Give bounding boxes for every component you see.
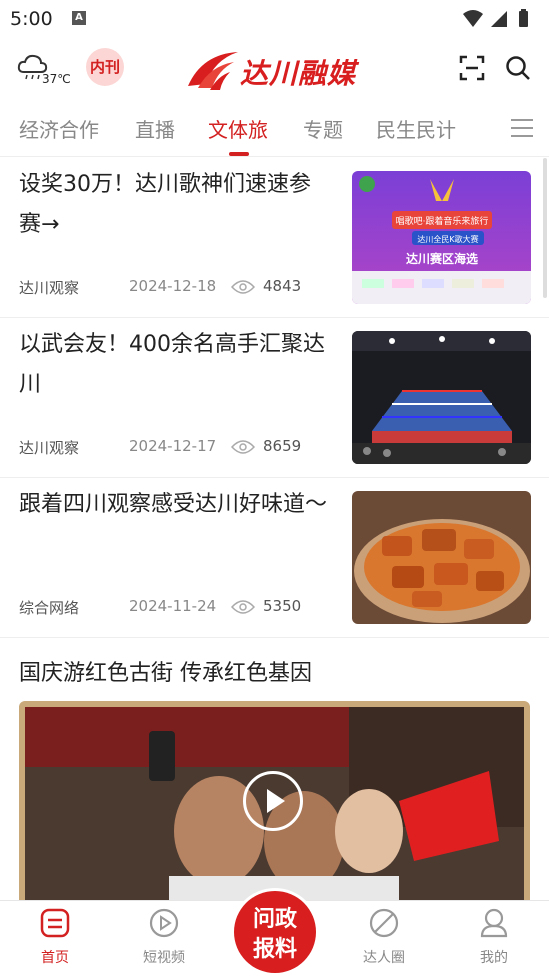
user-icon	[480, 908, 508, 938]
eye-icon	[231, 600, 255, 614]
article-thumbnail[interactable]: 唱歌吧·跟着音乐来旅行 达川全民K歌大赛 达川赛区海选	[352, 171, 531, 304]
search-button[interactable]	[504, 54, 532, 82]
article-date: 2024-11-24	[129, 597, 217, 615]
app-logo: 达川融媒	[184, 48, 370, 92]
neikan-button[interactable]: 内刊	[86, 48, 124, 86]
app-header: 37℃ 内刊 达川融媒	[0, 38, 549, 100]
article-title[interactable]: 跟着四川观察感受达川好味道～	[19, 485, 329, 525]
article-views: 5350	[263, 597, 302, 615]
scan-icon	[459, 55, 485, 81]
food-dish-image	[352, 491, 531, 624]
eye-icon	[231, 440, 255, 454]
article-card[interactable]: 设奖30万！达川歌神们速速参赛→ 达川观察 2024-12-18 4843 唱歌…	[0, 157, 549, 318]
nav-home-label: 首页	[41, 950, 69, 966]
scan-button[interactable]	[458, 54, 486, 82]
search-icon	[506, 56, 530, 80]
article-thumbnail[interactable]	[352, 491, 531, 624]
article-date: 2024-12-17	[129, 437, 217, 455]
status-bar: 5:00 A	[0, 0, 549, 38]
video-title[interactable]: 国庆游红色古街 传承红色基因	[19, 655, 312, 687]
video-player[interactable]	[19, 701, 530, 911]
article-thumbnail[interactable]	[352, 331, 531, 464]
eye-icon	[231, 280, 255, 294]
nav-mine-label: 我的	[480, 950, 508, 966]
nav-daren-label: 达人圈	[363, 950, 405, 966]
article-title[interactable]: 设奖30万！达川歌神们速速参赛→	[19, 165, 329, 245]
article-title[interactable]: 以武会友！400余名高手汇聚达川	[19, 325, 329, 405]
article-card[interactable]: 跟着四川观察感受达川好味道～ 综合网络 2024-11-24 5350	[0, 477, 549, 638]
wenzheng-line-2: 报料	[252, 936, 297, 962]
circle-slash-icon	[369, 908, 399, 938]
tab-culture-tourism[interactable]: 文体旅	[208, 114, 268, 143]
poster-line-3: 达川赛区海选	[406, 251, 478, 266]
wenzheng-baoliao-button[interactable]: 问政 报料	[234, 891, 316, 973]
logo-text: 达川融媒	[240, 57, 357, 90]
system-icons	[461, 8, 539, 34]
boxing-ring-image	[352, 331, 531, 464]
feed-scrollbar[interactable]	[543, 158, 547, 298]
notification-a-icon: A	[72, 11, 86, 25]
tab-livelihood[interactable]: 民生民计	[376, 114, 456, 143]
article-date: 2024-12-18	[129, 277, 217, 295]
bottom-navigation: 首页 短视频 问政 报料 达人圈 我的	[0, 891, 549, 977]
article-card[interactable]: 以武会友！400余名高手汇聚达川 达川观察 2024-12-17 8659	[0, 317, 549, 478]
article-source: 综合网络	[19, 599, 80, 617]
article-source: 达川观察	[19, 279, 80, 297]
status-time: 5:00	[10, 8, 53, 30]
nav-short-video-label: 短视频	[143, 950, 185, 966]
active-tab-indicator	[229, 152, 249, 156]
nav-mine[interactable]: 我的	[464, 907, 524, 967]
menu-icon	[511, 119, 533, 137]
article-source: 达川观察	[19, 439, 80, 457]
play-circle-icon	[149, 908, 179, 938]
article-views: 4843	[263, 277, 302, 295]
logo-swoosh-icon	[188, 52, 238, 90]
wenzheng-line-1: 问政	[252, 906, 297, 932]
play-icon	[267, 789, 285, 813]
tab-live[interactable]: 直播	[135, 114, 175, 143]
weather-widget[interactable]: 37℃	[16, 52, 76, 88]
karaoke-poster-image: 唱歌吧·跟着音乐来旅行 达川全民K歌大赛 达川赛区海选	[352, 171, 531, 304]
home-icon	[40, 908, 70, 938]
play-button[interactable]	[243, 771, 303, 831]
article-views: 8659	[263, 437, 302, 455]
wifi-signal-battery-icon	[463, 9, 528, 27]
category-tabs: 经济合作 直播 文体旅 专题 民生民计	[0, 100, 549, 157]
nav-daren-circle[interactable]: 达人圈	[354, 907, 414, 967]
temperature: 37℃	[42, 72, 71, 86]
tab-economy[interactable]: 经济合作	[19, 114, 99, 143]
more-tabs-button[interactable]	[508, 114, 536, 142]
nav-home[interactable]: 首页	[25, 907, 85, 967]
tab-topics[interactable]: 专题	[303, 114, 343, 143]
poster-line-2: 达川全民K歌大赛	[417, 234, 478, 244]
nav-short-video[interactable]: 短视频	[134, 907, 194, 967]
poster-line-1: 唱歌吧·跟着音乐来旅行	[396, 215, 489, 227]
